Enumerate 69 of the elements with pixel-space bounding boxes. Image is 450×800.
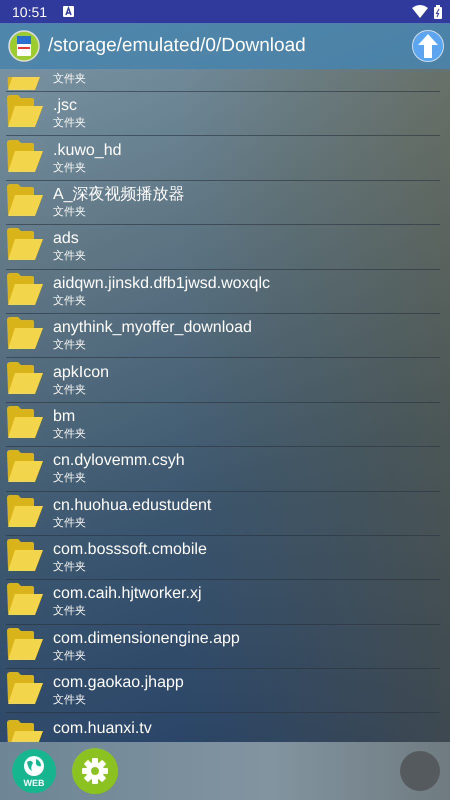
folder-row[interactable]: anythink_myoffer_download 文件夹 (6, 314, 440, 358)
folder-row[interactable]: cn.huohua.edustudent 文件夹 (6, 492, 440, 536)
folder-row[interactable]: com.dimensionengine.app 文件夹 (6, 624, 440, 670)
globe-icon (23, 754, 45, 776)
folder-name: com.caih.hjtworker.xj (53, 584, 202, 604)
folder-icon (6, 360, 44, 395)
folder-type: 文件夹 (53, 516, 87, 531)
folder-icon (6, 272, 44, 306)
folder-type: 文件夹 (53, 72, 86, 87)
folder-icon (6, 182, 44, 217)
status-time: 10:51 (12, 4, 48, 20)
folder-row[interactable]: cn.dylovemm.csyh 文件夹 (6, 447, 440, 492)
folder-icon (6, 449, 44, 484)
folder-name: aidqwn.jinskd.dfb1jwsd.woxqlc (53, 274, 270, 294)
folder-name: A_深夜视频播放器 (53, 184, 185, 205)
folder-name: com.dimensionengine.app (53, 628, 240, 649)
folder-row[interactable]: A_深夜视频播放器 文件夹 (6, 180, 440, 226)
folder-name: cn.huohua.edustudent (53, 496, 212, 516)
folder-type: 文件夹 (53, 338, 87, 354)
folder-name: .jsc (53, 96, 78, 116)
folder-type: 文件夹 (53, 471, 87, 486)
settings-icon (81, 757, 109, 785)
folder-row[interactable]: aidqwn.jinskd.dfb1jwsd.woxqlc 文件夹 (6, 270, 440, 314)
settings-button[interactable] (72, 748, 118, 794)
folder-icon (6, 494, 44, 528)
folder-row[interactable]: apkIcon 文件夹 (6, 358, 440, 403)
folder-row[interactable]: com.gaokao.jhapp 文件夹 (6, 669, 440, 714)
notification-icon (63, 6, 74, 17)
folder-name: anythink_myoffer_download (53, 318, 252, 338)
folder-row[interactable]: ads 文件夹 (6, 225, 440, 270)
folder-name: .kuwo_hd (53, 140, 122, 161)
folder-icon (6, 227, 44, 262)
wifi-icon (412, 5, 428, 18)
folder-icon (6, 316, 44, 350)
folder-name: ads (53, 229, 80, 250)
folder-type: 文件夹 (53, 382, 87, 398)
folder-icon (6, 138, 44, 173)
folder-type: 文件夹 (53, 604, 87, 620)
folder-icon (6, 582, 44, 616)
folder-icon (6, 404, 44, 439)
folder-row[interactable]: com.caih.hjtworker.xj 文件夹 (6, 580, 440, 625)
battery-icon (434, 4, 442, 18)
folder-icon (6, 626, 44, 661)
folder-type: 文件夹 (53, 648, 87, 664)
folder-row[interactable]: com.bosssoft.cmobile 文件夹 (6, 536, 440, 580)
folder-name: com.bosssoft.cmobile (53, 540, 207, 560)
folder-icon (6, 671, 44, 706)
folder-name: apkIcon (53, 362, 110, 383)
up-arrow-button[interactable] (412, 30, 444, 62)
folder-type: 文件夹 (53, 560, 87, 576)
folder-icon (6, 538, 44, 572)
folder-type: 文件夹 (53, 693, 87, 708)
path-title: /storage/emulated/0/Download (48, 35, 307, 57)
folder-name: cn.dylovemm.csyh (53, 451, 185, 472)
app-logo-icon[interactable] (8, 30, 40, 62)
folder-name: bm (53, 406, 76, 427)
folder-row[interactable]: .kuwo_hd 文件夹 (6, 136, 440, 181)
folder-type: 文件夹 (53, 116, 86, 132)
folder-row[interactable]: .jsc 文件夹 (6, 92, 440, 136)
folder-type: 文件夹 (53, 249, 86, 264)
folder-type: 文件夹 (53, 426, 86, 442)
folder-type: 文件夹 (53, 160, 87, 176)
folder-icon (6, 94, 44, 128)
folder-row[interactable]: bm 文件夹 (6, 402, 440, 448)
folder-row[interactable]: 文件夹 (6, 69, 440, 92)
folder-name: com.huanxi.tv (53, 719, 152, 740)
folder-name: com.gaokao.jhapp (53, 673, 184, 694)
folder-type: 文件夹 (53, 294, 87, 309)
folder-type: 文件夹 (53, 204, 87, 220)
